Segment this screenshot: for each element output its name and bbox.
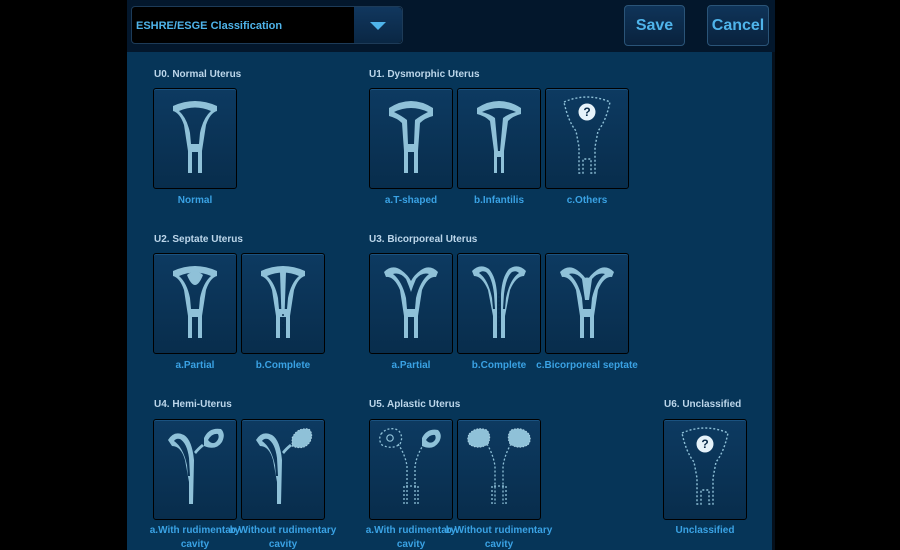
group-title-u4: U4. Hemi-Uterus [154, 399, 232, 410]
option-u2-partial[interactable] [153, 253, 237, 354]
caption-u2-complete: b.Complete [255, 360, 311, 371]
svg-text:?: ? [583, 105, 590, 119]
option-u5-without-cavity[interactable] [457, 419, 541, 520]
classification-dialog: ESHRE/ESGE Classification Save Cancel U0… [127, 0, 775, 550]
save-button[interactable]: Save [624, 5, 685, 46]
option-u1-others[interactable]: ? [545, 88, 629, 189]
group-title-u2: U2. Septate Uterus [154, 234, 243, 245]
hemi-uterus-with-cavity-icon [168, 428, 224, 504]
group-title-u5: U5. Aplastic Uterus [369, 399, 461, 410]
aplastic-without-cavity-icon [467, 428, 531, 504]
infantilis-uterus-icon [477, 101, 521, 173]
option-u5-with-cavity[interactable] [369, 419, 453, 520]
option-u2-complete[interactable] [241, 253, 325, 354]
group-title-u0: U0. Normal Uterus [154, 69, 242, 80]
option-u3-partial[interactable] [369, 253, 453, 354]
option-u0-normal[interactable] [153, 88, 237, 189]
option-u3-complete[interactable] [457, 253, 541, 354]
hemi-uterus-without-cavity-icon [256, 428, 313, 504]
option-u4-with-cavity[interactable] [153, 419, 237, 520]
partial-septate-uterus-icon [173, 266, 217, 338]
bicorporeal-septate-uterus-icon [560, 267, 614, 338]
svg-text:?: ? [701, 437, 708, 451]
caption-u6-unclassified: Unclassified [675, 525, 735, 536]
option-u3-bicorporeal-septate[interactable] [545, 253, 629, 354]
group-title-u3: U3. Bicorporeal Uterus [369, 234, 478, 245]
classification-select[interactable]: ESHRE/ESGE Classification [131, 6, 403, 44]
option-u6-unclassified[interactable]: ? [663, 419, 747, 520]
unknown-uterus-icon: ? [563, 96, 611, 174]
option-u4-without-cavity[interactable] [241, 419, 325, 520]
cancel-button[interactable]: Cancel [707, 5, 769, 46]
caption-u0-normal: Normal [177, 195, 213, 206]
caption-u3-bicorporeal-septate: c.Bicorporeal septate [536, 360, 638, 371]
dropdown-toggle-button[interactable] [353, 7, 402, 43]
complete-bicorporeal-uterus-icon [472, 266, 526, 338]
caption-u1-others: c.Others [566, 195, 608, 206]
t-shaped-uterus-icon [389, 101, 433, 173]
complete-septate-uterus-icon [261, 266, 305, 338]
chevron-down-icon [370, 22, 386, 30]
classification-panel: U0. Normal Uterus Normal U1. Dysmorphic … [127, 52, 772, 550]
caption-u4-without-cavity: b.Without rudimentary cavity [229, 525, 337, 550]
caption-u5-without-cavity: b.Without rudimentary cavity [445, 525, 553, 550]
option-u1-infantilis[interactable] [457, 88, 541, 189]
unclassified-uterus-icon: ? [681, 427, 729, 505]
toolbar: ESHRE/ESGE Classification Save Cancel [127, 0, 775, 52]
partial-bicorporeal-uterus-icon [384, 267, 438, 338]
classification-select-value: ESHRE/ESGE Classification [136, 20, 283, 32]
group-title-u6: U6. Unclassified [664, 399, 742, 410]
option-u1-t-shaped[interactable] [369, 88, 453, 189]
group-title-u1: U1. Dysmorphic Uterus [369, 69, 480, 80]
normal-uterus-icon [173, 101, 217, 173]
aplastic-with-cavity-icon [379, 428, 441, 504]
